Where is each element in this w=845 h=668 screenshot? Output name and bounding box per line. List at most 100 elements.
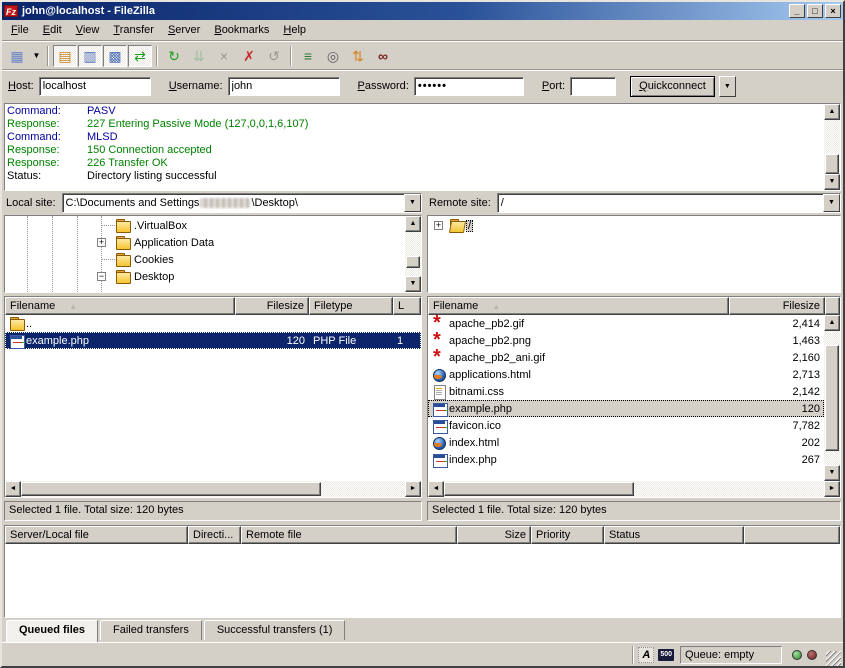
password-input[interactable]	[414, 77, 524, 96]
tab-queued-files[interactable]: Queued files	[6, 620, 98, 642]
host-input[interactable]	[39, 77, 151, 96]
directory-filters-button[interactable]: ≡	[296, 45, 320, 67]
find-files-button[interactable]: ∞	[371, 45, 395, 67]
scroll-thumb[interactable]	[825, 154, 839, 174]
scroll-thumb[interactable]	[21, 482, 321, 496]
port-input[interactable]	[570, 77, 616, 96]
local-list-hscrollbar[interactable]: ◄ ►	[5, 481, 421, 497]
toggle-message-log-button[interactable]: ▤	[53, 45, 77, 67]
column-header-server-local-file[interactable]: Server/Local file	[5, 526, 188, 544]
remote-list-hscrollbar[interactable]: ◄ ►	[428, 481, 840, 497]
scroll-down-button[interactable]: ▼	[824, 174, 840, 190]
column-header-filetype[interactable]: Filetype	[309, 297, 393, 315]
log-scrollbar[interactable]: ▲ ▼	[824, 104, 840, 190]
folder-icon	[115, 253, 132, 267]
scroll-down-button[interactable]: ▼	[405, 276, 421, 292]
process-queue-button[interactable]: ⇊	[187, 45, 211, 67]
speed-limit-icon[interactable]: 500	[658, 649, 674, 661]
tree-item-desktop[interactable]: − Desktop	[5, 268, 405, 285]
minimize-button[interactable]: _	[789, 4, 805, 18]
tree-item-virtualbox[interactable]: .VirtualBox	[5, 217, 405, 234]
table-row-example-php[interactable]: example.php 120	[428, 400, 824, 417]
table-row-example-php[interactable]: example.php 120 PHP File 1	[5, 332, 421, 349]
sort-ascending-icon: ▲	[69, 302, 77, 311]
table-row[interactable]: apache_pb2.gif 2,414	[428, 315, 824, 332]
table-row[interactable]: apache_pb2_ani.gif 2,160	[428, 349, 824, 366]
table-row[interactable]: favicon.ico 7,782	[428, 417, 824, 434]
chevron-down-icon[interactable]: ▼	[823, 194, 840, 212]
message-log-icon: ▤	[58, 49, 71, 63]
table-row[interactable]: apache_pb2.png 1,463	[428, 332, 824, 349]
menu-help[interactable]: Help	[276, 22, 313, 38]
expand-icon[interactable]: +	[97, 238, 106, 247]
menu-bookmarks[interactable]: Bookmarks	[207, 22, 276, 38]
toolbar-separator	[156, 46, 158, 66]
table-row[interactable]: bitnami.css 2,142	[428, 383, 824, 400]
toggle-remote-tree-button[interactable]: ▩	[103, 45, 127, 67]
log-line: Response:226 Transfer OK	[7, 157, 824, 170]
local-tree-scrollbar[interactable]: ▲ ▼	[405, 216, 421, 292]
collapse-icon[interactable]: −	[97, 272, 106, 281]
toggle-local-tree-button[interactable]: ▥	[78, 45, 102, 67]
chevron-down-icon[interactable]: ▼	[404, 194, 421, 212]
transfer-type-indicator-icon[interactable]: A	[638, 647, 654, 663]
scroll-up-button[interactable]: ▲	[405, 216, 421, 232]
scroll-up-button[interactable]: ▲	[824, 104, 840, 120]
close-button[interactable]: ×	[825, 4, 841, 18]
column-header-last-modified[interactable]: L	[393, 297, 421, 315]
menu-file[interactable]: File	[4, 22, 36, 38]
scroll-thumb[interactable]	[444, 482, 634, 496]
menu-edit[interactable]: Edit	[36, 22, 69, 38]
site-manager-dropdown-button[interactable]: ▼	[30, 45, 43, 67]
disconnect-button[interactable]: ✗	[237, 45, 261, 67]
remote-list-scrollbar[interactable]: ▲ ▼	[824, 315, 840, 481]
menu-transfer[interactable]: Transfer	[106, 22, 161, 38]
toggle-transfer-queue-button[interactable]: ⇄	[128, 45, 152, 67]
tab-successful-transfers[interactable]: Successful transfers (1)	[204, 620, 346, 640]
column-header-priority[interactable]: Priority	[531, 526, 604, 544]
directory-comparison-button[interactable]: ◎	[321, 45, 345, 67]
column-header-direction[interactable]: Directi...	[188, 526, 241, 544]
column-header-remote-file[interactable]: Remote file	[241, 526, 457, 544]
synchronized-browsing-button[interactable]: ⇅	[346, 45, 370, 67]
tree-item-cookies[interactable]: Cookies	[5, 251, 405, 268]
scroll-down-button[interactable]: ▼	[824, 465, 840, 481]
tree-item-root[interactable]: + /	[428, 217, 840, 234]
expand-icon[interactable]: +	[434, 221, 443, 230]
table-row[interactable]: index.html 202	[428, 434, 824, 451]
quickconnect-button[interactable]: Quickconnect	[630, 76, 715, 97]
scroll-left-button[interactable]: ◄	[5, 481, 21, 497]
site-manager-icon: ▦	[10, 49, 23, 63]
scroll-right-button[interactable]: ►	[824, 481, 840, 497]
reconnect-button[interactable]: ↺	[262, 45, 286, 67]
scroll-up-button[interactable]: ▲	[824, 315, 840, 331]
table-row-parent-dir[interactable]: ..	[5, 315, 421, 332]
tab-failed-transfers[interactable]: Failed transfers	[100, 620, 202, 640]
scroll-left-button[interactable]: ◄	[428, 481, 444, 497]
divider	[632, 646, 634, 664]
tree-item-application-data[interactable]: + Application Data	[5, 234, 405, 251]
column-header-filename[interactable]: Filename▲	[5, 297, 235, 315]
site-manager-button[interactable]: ▦	[5, 45, 29, 67]
cancel-button[interactable]: ×	[212, 45, 236, 67]
menu-server[interactable]: Server	[161, 22, 207, 38]
username-input[interactable]	[228, 77, 340, 96]
column-header-filename[interactable]: Filename▲	[428, 297, 729, 315]
column-header-size[interactable]: Size	[457, 526, 531, 544]
local-site-combo[interactable]: C:\Documents and Settings\Desktop\ ▼	[62, 193, 422, 213]
maximize-button[interactable]: □	[807, 4, 823, 18]
menu-view[interactable]: View	[69, 22, 107, 38]
column-header-status[interactable]: Status	[604, 526, 744, 544]
resize-grip[interactable]	[826, 651, 841, 666]
refresh-button[interactable]: ↻	[162, 45, 186, 67]
quickconnect-dropdown-button[interactable]: ▼	[719, 76, 736, 97]
table-row[interactable]: index.php 267	[428, 451, 824, 468]
remote-site-combo[interactable]: / ▼	[497, 193, 841, 213]
column-header-filesize[interactable]: Filesize	[235, 297, 309, 315]
table-row[interactable]: applications.html 2,713	[428, 366, 824, 383]
local-panel: Local site: C:\Documents and Settings\De…	[4, 193, 422, 521]
column-header-filesize[interactable]: Filesize	[729, 297, 825, 315]
scroll-right-button[interactable]: ►	[405, 481, 421, 497]
scroll-thumb[interactable]	[406, 256, 420, 268]
scroll-thumb[interactable]	[825, 345, 839, 451]
